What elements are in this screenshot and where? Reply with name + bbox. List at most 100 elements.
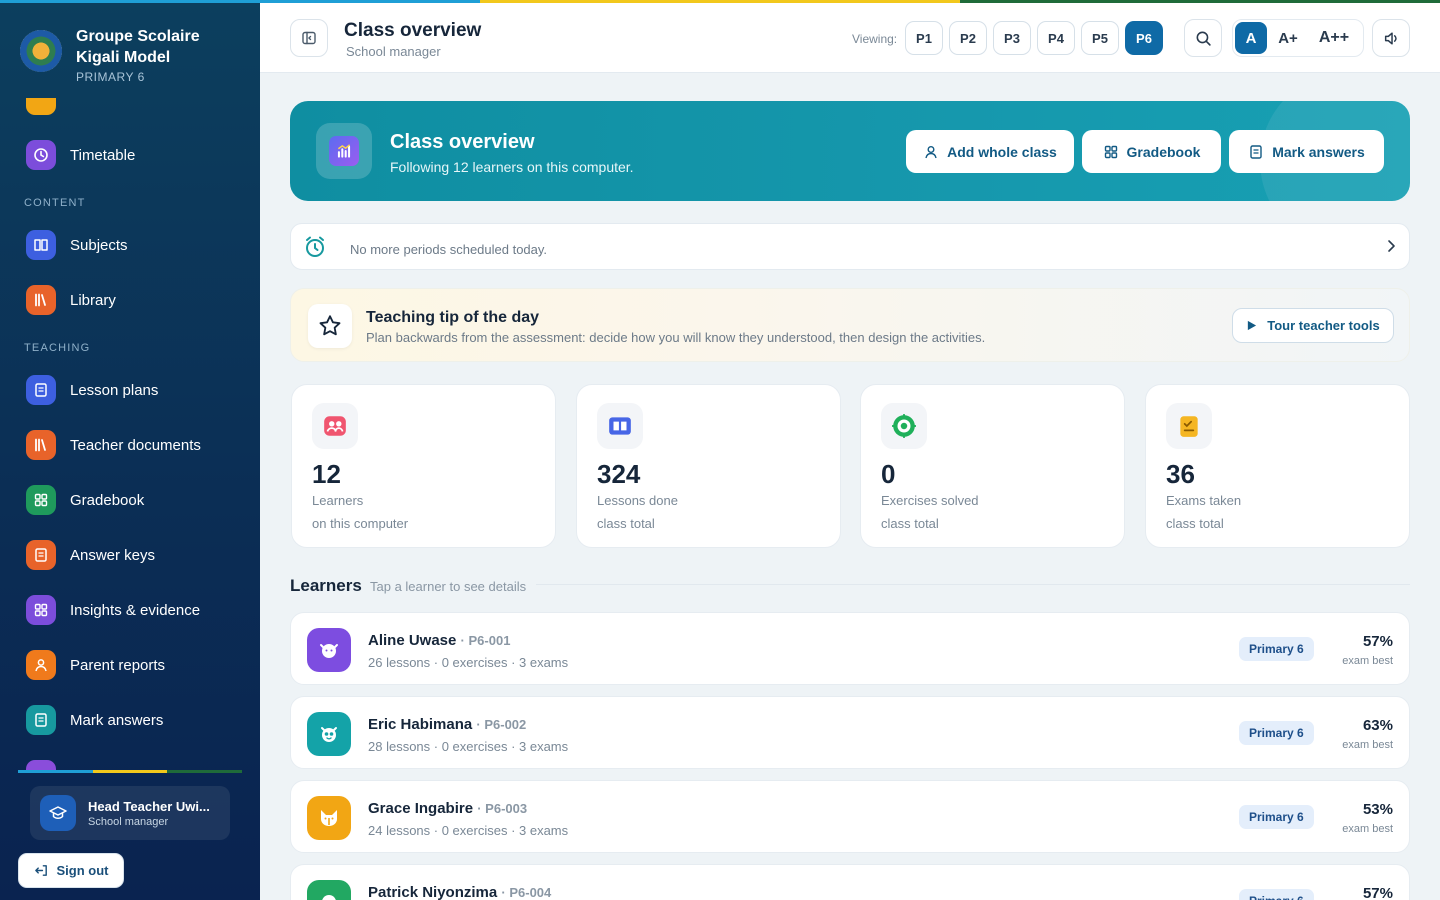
banner-subtitle: Following 12 learners on this computer. bbox=[390, 159, 634, 175]
sidebar-item-library[interactable]: Library bbox=[26, 285, 116, 315]
schedule-row[interactable]: No more periods scheduled today. bbox=[290, 223, 1410, 270]
exam-best-score: 63% bbox=[1362, 717, 1393, 734]
grade-button-p3[interactable]: P3 bbox=[993, 21, 1031, 55]
learner-name: Grace Ingabire bbox=[368, 800, 474, 817]
fox-icon bbox=[307, 796, 351, 840]
sidebar-item-label: Parent reports bbox=[70, 656, 166, 674]
school-level: PRIMARY 6 bbox=[76, 70, 145, 84]
sidebar-item-timetable[interactable]: Timetable bbox=[26, 140, 135, 170]
star-icon bbox=[308, 304, 352, 348]
learner-code: P6-001 bbox=[468, 633, 511, 648]
books-icon bbox=[26, 285, 56, 315]
sidebar-item-hidden-bottom[interactable] bbox=[26, 760, 56, 770]
graduation-cap-icon bbox=[40, 795, 76, 831]
learner-name-line: Grace Ingabire · P6-003 bbox=[368, 800, 528, 817]
gradebook-button[interactable]: Gradebook bbox=[1082, 130, 1221, 173]
tip-text: Plan backwards from the assessment: deci… bbox=[366, 330, 986, 345]
grade-badge: Primary 6 bbox=[1239, 721, 1314, 745]
sidebar-toggle-button[interactable] bbox=[290, 19, 328, 57]
sidebar-item-gradebook[interactable]: Gradebook bbox=[26, 485, 144, 515]
grade-badge: Primary 6 bbox=[1239, 637, 1314, 661]
exam-best-score: 57% bbox=[1362, 885, 1393, 900]
sign-out-icon bbox=[34, 865, 47, 876]
book-open-icon bbox=[26, 230, 56, 260]
sidebar-item-teacher-documents[interactable]: Teacher documents bbox=[26, 430, 201, 460]
viewing-label: Viewing: bbox=[852, 32, 898, 46]
sidebar-item-label: Timetable bbox=[70, 146, 136, 164]
sign-out-button[interactable]: Sign out bbox=[18, 853, 124, 888]
sidebar-item-lesson-plans[interactable]: Lesson plans bbox=[26, 375, 158, 405]
grade-button-p6[interactable]: P6 bbox=[1125, 21, 1163, 55]
strip-blue bbox=[0, 0, 480, 3]
user-icon bbox=[925, 145, 937, 158]
add-whole-class-button[interactable]: Add whole class bbox=[906, 130, 1074, 173]
strip-yellow bbox=[480, 0, 960, 3]
stat-card-exercises: 0 Exercises solved class total bbox=[860, 384, 1125, 548]
star-icon bbox=[26, 98, 56, 115]
target-icon bbox=[881, 403, 927, 449]
learner-meta: 26 lessons · 0 exercises · 3 exams bbox=[368, 655, 569, 670]
user-role: School manager bbox=[88, 815, 169, 828]
face-icon bbox=[307, 880, 351, 900]
stat-label: Exercises solved bbox=[881, 493, 979, 508]
users-icon bbox=[312, 403, 358, 449]
sidebar-item-insights[interactable]: Insights & evidence bbox=[26, 595, 200, 625]
sidebar-item-hidden-top[interactable] bbox=[26, 98, 56, 115]
stat-value: 324 bbox=[597, 459, 641, 489]
grade-button-p1[interactable]: P1 bbox=[905, 21, 943, 55]
grade-button-p4[interactable]: P4 bbox=[1037, 21, 1075, 55]
user-name: Head Teacher Uwi... bbox=[88, 798, 210, 814]
learner-code: P6-003 bbox=[485, 801, 528, 816]
sidebar-item-mark-answers[interactable]: Mark answers bbox=[26, 705, 163, 735]
books-icon bbox=[26, 430, 56, 460]
tour-teacher-tools-label: Tour teacher tools bbox=[1267, 318, 1380, 333]
mark-answers-button[interactable]: Mark answers bbox=[1229, 130, 1384, 173]
stat-label: Learners bbox=[312, 493, 364, 508]
sidebar-item-subjects[interactable]: Subjects bbox=[26, 230, 128, 260]
sidebar-item-label: Teacher documents bbox=[70, 436, 201, 454]
user-card[interactable]: Head Teacher Uwi... School manager bbox=[30, 786, 230, 840]
learner-name: Aline Uwase bbox=[368, 632, 457, 649]
exam-best-label: exam best bbox=[1342, 739, 1393, 751]
school-brand[interactable]: Groupe Scolaire Kigali Model PRIMARY 6 bbox=[20, 26, 226, 84]
font-size-large-button[interactable]: A+ bbox=[1271, 22, 1305, 54]
sidebar-color-divider bbox=[18, 770, 243, 773]
learner-row[interactable]: Grace Ingabire · P6-003 24 lessons · 0 e… bbox=[290, 780, 1410, 853]
sidebar-item-answer-keys[interactable]: Answer keys bbox=[26, 540, 155, 570]
more-icon bbox=[26, 760, 56, 770]
grade-button-p2[interactable]: P2 bbox=[949, 21, 987, 55]
grade-button-p5[interactable]: P5 bbox=[1081, 21, 1119, 55]
chart-icon bbox=[316, 123, 372, 179]
exam-best-label: exam best bbox=[1342, 823, 1393, 835]
book-icon bbox=[597, 403, 643, 449]
add-whole-class-label: Add whole class bbox=[947, 143, 1057, 160]
search-button[interactable] bbox=[1184, 19, 1222, 57]
learner-code: P6-004 bbox=[509, 885, 552, 900]
grid-icon bbox=[26, 485, 56, 515]
sound-button[interactable] bbox=[1372, 19, 1410, 57]
user-icon bbox=[26, 650, 56, 680]
document-icon bbox=[1250, 144, 1262, 159]
clipboard-icon bbox=[1166, 403, 1212, 449]
gradebook-label: Gradebook bbox=[1126, 143, 1201, 160]
stat-label: Exams taken bbox=[1166, 493, 1242, 508]
learner-name: Eric Habimana bbox=[368, 716, 473, 733]
stat-sub: class total bbox=[1166, 516, 1224, 531]
font-size-xlarge-button[interactable]: A++ bbox=[1309, 22, 1359, 54]
sidebar-item-label: Library bbox=[70, 291, 116, 309]
stat-value: 36 bbox=[1166, 459, 1195, 489]
owl-icon bbox=[307, 712, 351, 756]
font-size-normal-button[interactable]: A bbox=[1235, 22, 1267, 54]
learners-hint: Tap a learner to see details bbox=[370, 579, 527, 594]
sidebar-item-label: Gradebook bbox=[70, 491, 145, 509]
learner-row[interactable]: Aline Uwase · P6-001 26 lessons · 0 exer… bbox=[290, 612, 1410, 685]
learner-row[interactable]: Patrick Niyonzima · P6-004 Primary 6 57% bbox=[290, 864, 1410, 900]
learner-meta: 28 lessons · 0 exercises · 3 exams bbox=[368, 739, 569, 754]
sidebar-item-label: Lesson plans bbox=[70, 381, 159, 399]
learner-row[interactable]: Eric Habimana · P6-002 28 lessons · 0 ex… bbox=[290, 696, 1410, 769]
grid-icon bbox=[1104, 145, 1117, 158]
cat-icon bbox=[307, 628, 351, 672]
tour-teacher-tools-button[interactable]: Tour teacher tools bbox=[1232, 308, 1394, 343]
sidebar-item-parent-reports[interactable]: Parent reports bbox=[26, 650, 165, 680]
top-color-strip bbox=[0, 0, 1440, 3]
